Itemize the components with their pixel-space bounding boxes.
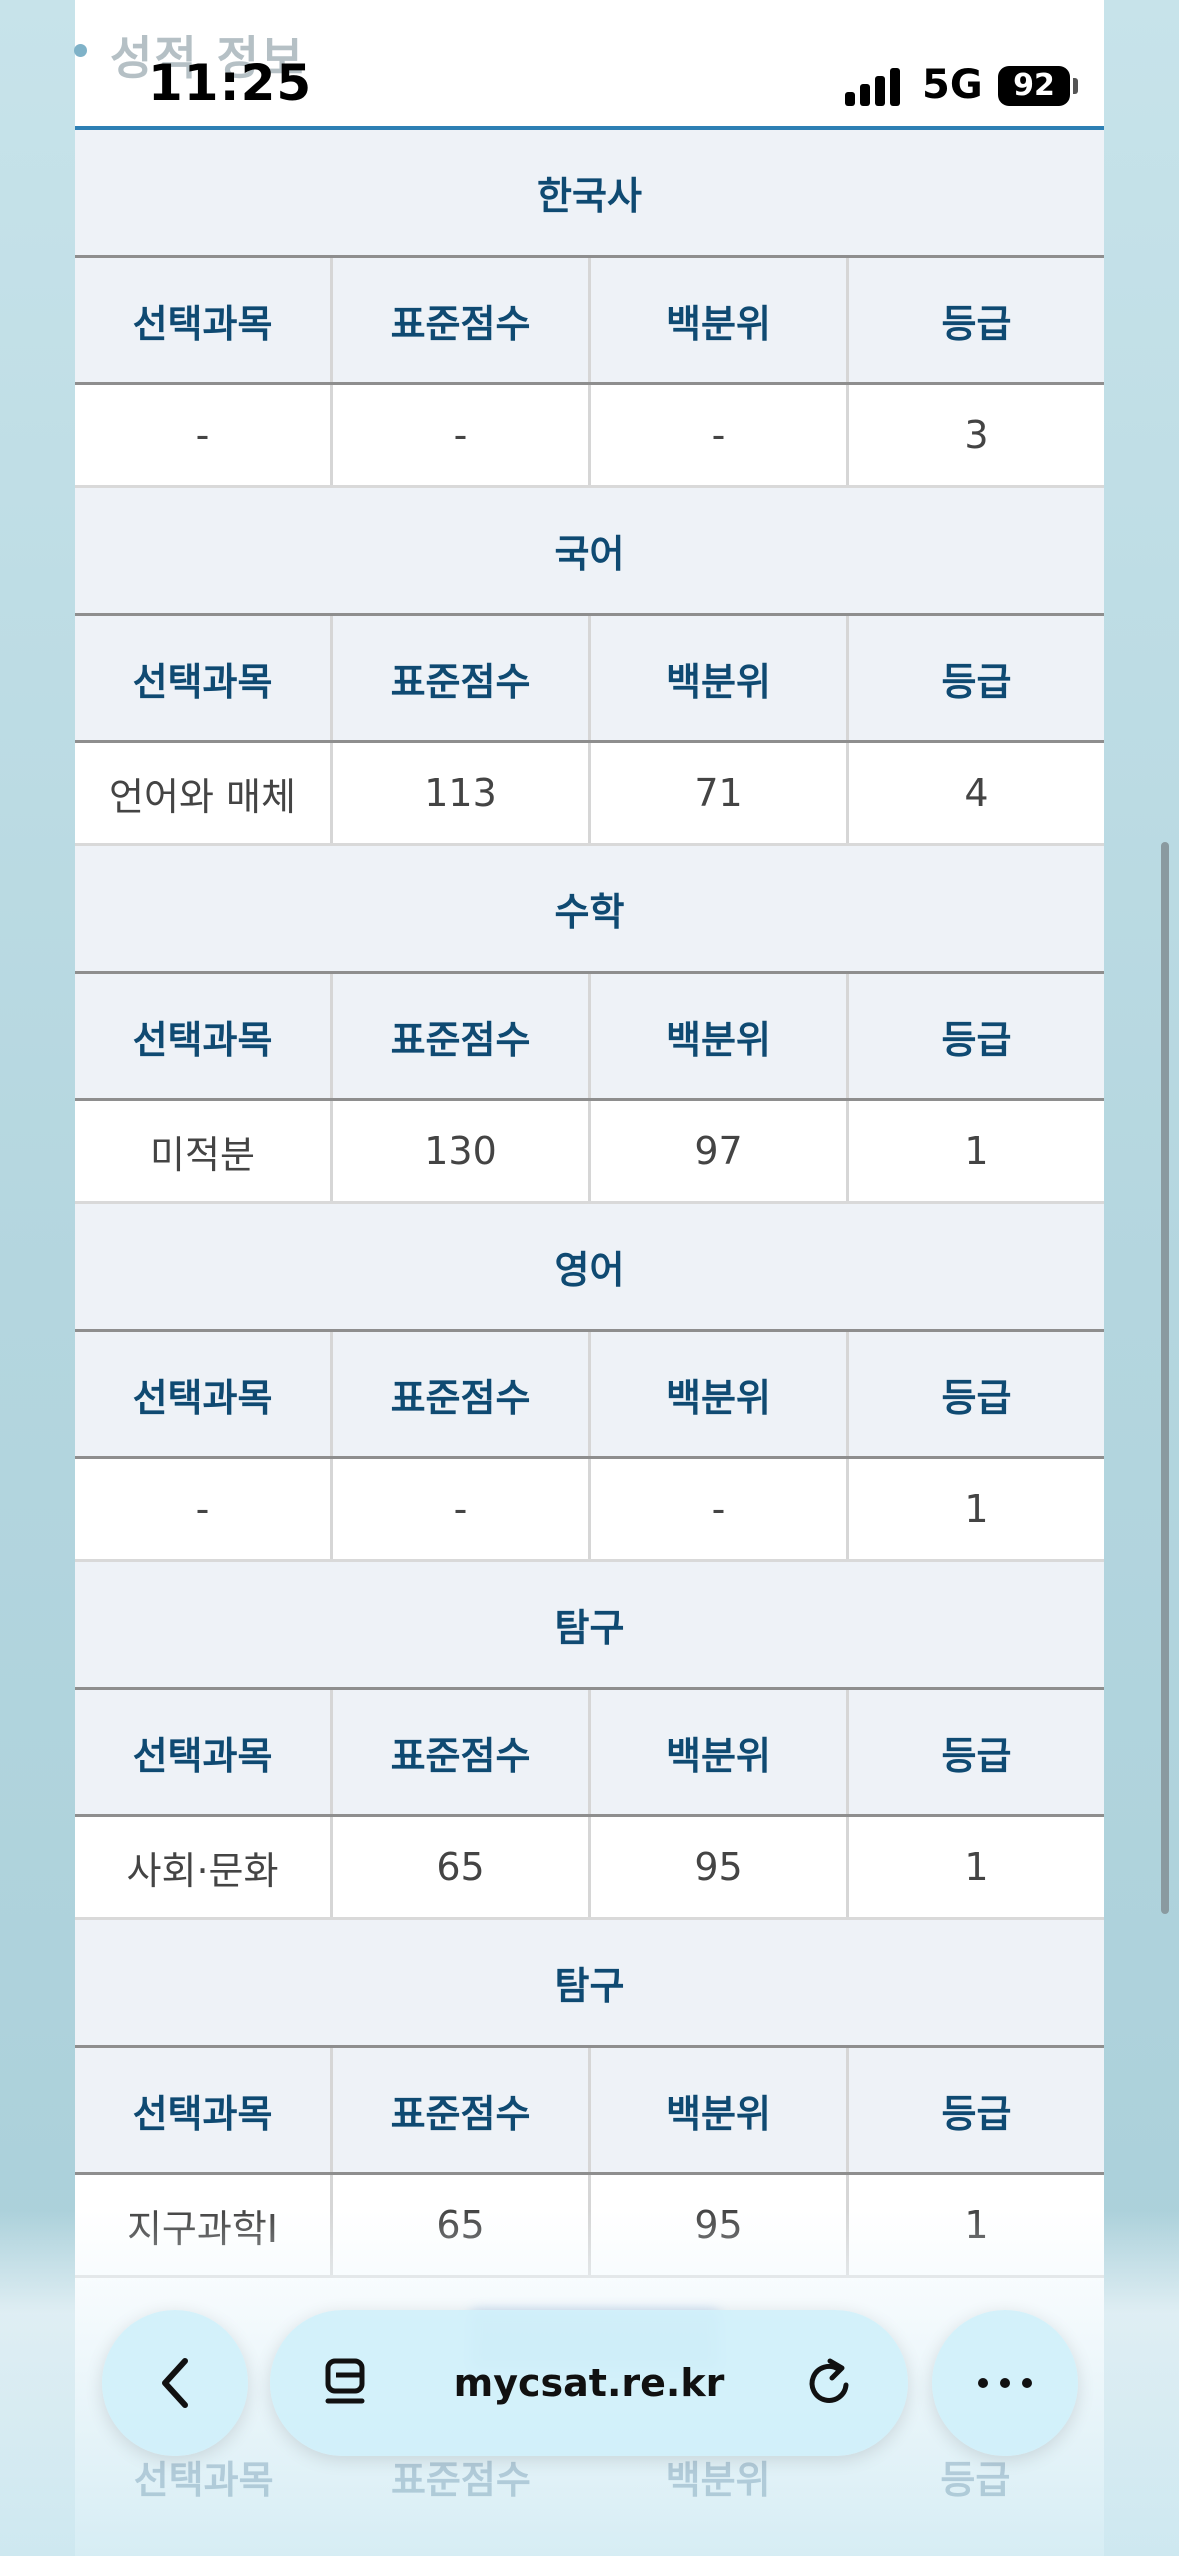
header-cell: 선택과목 [75,974,333,1098]
header-cell: 선택과목 [75,2048,333,2172]
score-tables: 한국사 선택과목 표준점수 백분위 등급 - - -3 국어 선택과목 표준점수 백분위 등급 언어와 매… [75,130,1104,2278]
header-cell: 표준점수 [333,1332,591,1456]
network-type: 5G [922,62,983,108]
scrollbar[interactable] [1161,842,1169,1914]
header-cell: 선택과목 [75,1332,333,1456]
header-cell: 백분위 [591,2048,849,2172]
signal-icon [845,68,905,106]
header-row: 선택과목 표준점수 백분위 등급 [75,974,1104,1101]
subject-title: 탐구 [75,1562,1104,1690]
value-cell: 미적분 [75,1101,333,1201]
ellipsis-icon [978,2378,1032,2388]
header-cell: 등급 [941,2091,1012,2136]
header-cell: 백분위 [591,616,849,740]
table-row: ---1 [75,1459,1104,1562]
value-cell: - [333,385,591,485]
header-row: 선택과목 표준점수 백분위 등급 [75,616,1104,743]
value-cell: - [75,1459,333,1559]
subject-title: 국어 [75,488,1104,616]
clock: 11:25 [148,54,313,112]
value-cell: 1 [964,1487,989,1531]
value-cell: 65 [333,1817,591,1917]
header-cell: 백분위 [591,258,849,382]
value-cell: 언어와 매체 [75,743,333,843]
bullet-icon [74,44,87,57]
battery-icon: 92 [998,66,1070,106]
value-cell: 1 [964,1845,989,1889]
header-cell: 선택과목 [75,1690,333,1814]
table-row: 사회·문화 65 95 1 [75,1817,1104,1920]
value-cell: 97 [591,1101,849,1201]
subject-title: 한국사 [75,130,1104,258]
header-cell: 백분위 [591,1690,849,1814]
value-cell: 71 [591,743,849,843]
value-cell: 4 [964,771,989,815]
value-cell: 1 [964,1129,989,1173]
header-cell: 표준점수 [333,258,591,382]
header-cell: 표준점수 [333,974,591,1098]
subject-title: 수학 [75,846,1104,974]
value-cell: - [333,1459,591,1559]
address-bar[interactable]: mycsat.re.kr [270,2310,908,2456]
value-cell: 3 [964,413,989,457]
back-button[interactable] [102,2310,248,2456]
value-cell: 113 [333,743,591,843]
value-cell: - [591,1459,849,1559]
header-cell: 선택과목 [75,616,333,740]
reload-icon[interactable] [800,2353,860,2413]
chevron-left-icon [162,2358,188,2408]
header-cell: 등급 [941,1017,1012,1062]
header-row: 선택과목 표준점수 백분위 등급 [75,1332,1104,1459]
subject-table: 영어 선택과목 표준점수 백분위 등급 - - -1 [75,1204,1104,1562]
value-cell: - [75,385,333,485]
table-row: ---3 [75,385,1104,488]
status-bar: 성적 정보 11:25 5G 92 [0,0,1179,128]
header-cell: 선택과목 [75,258,333,382]
subject-table: 한국사 선택과목 표준점수 백분위 등급 - - -3 [75,130,1104,488]
header-cell: 표준점수 [333,616,591,740]
subject-table: 국어 선택과목 표준점수 백분위 등급언어와 매체 113 71 4 [75,488,1104,846]
header-cell: 등급 [941,1375,1012,1420]
value-cell: 130 [333,1101,591,1201]
header-cell: 표준점수 [333,1690,591,1814]
battery-tip [1073,78,1078,94]
value-cell: 95 [591,1817,849,1917]
value-cell: - [591,385,849,485]
header-cell: 등급 [941,1733,1012,1778]
header-cell: 등급 [941,301,1012,346]
subject-table: 탐구 선택과목 표준점수 백분위 등급사회·문화 65 95 1 [75,1562,1104,1920]
header-row: 선택과목 표준점수 백분위 등급 [75,2048,1104,2175]
subject-table: 수학 선택과목 표준점수 백분위 등급미적분 130 97 1 [75,846,1104,1204]
header-row: 선택과목 표준점수 백분위 등급 [75,1690,1104,1817]
more-button[interactable] [932,2310,1078,2456]
header-cell: 백분위 [591,1332,849,1456]
header-cell: 등급 [941,659,1012,704]
value-cell: 사회·문화 [75,1817,333,1917]
table-row: 미적분 130 97 1 [75,1101,1104,1204]
table-row: 언어와 매체 113 71 4 [75,743,1104,846]
subject-title: 영어 [75,1204,1104,1332]
header-row: 선택과목 표준점수 백분위 등급 [75,258,1104,385]
header-cell: 표준점수 [333,2048,591,2172]
subject-title: 탐구 [75,1920,1104,2048]
header-cell: 백분위 [591,974,849,1098]
